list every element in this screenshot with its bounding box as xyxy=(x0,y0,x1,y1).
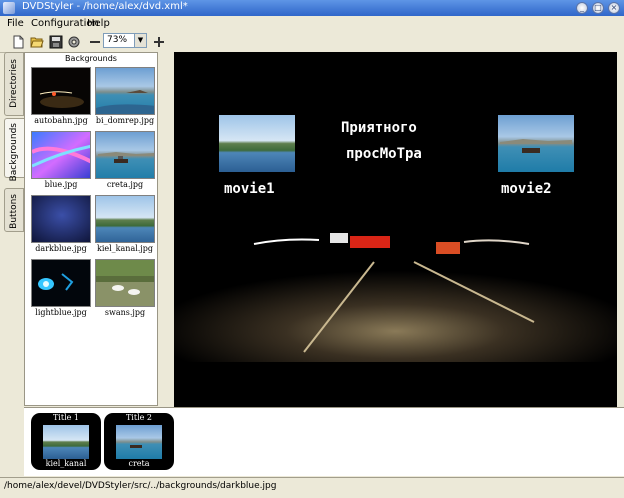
title-item-thumbnail xyxy=(116,425,162,459)
side-tab-strip: Directories Backgrounds Buttons xyxy=(4,52,24,404)
zoom-out-icon[interactable] xyxy=(88,35,102,49)
background-label: darkblue.jpg xyxy=(35,244,87,253)
zoom-in-icon[interactable] xyxy=(152,35,166,49)
menu-title-line-1[interactable]: Приятного xyxy=(341,120,417,136)
vertical-scrollbar[interactable] xyxy=(617,52,624,407)
backgrounds-panel: Backgrounds autobahn.jpg bi_domrep.jpg b… xyxy=(24,52,158,406)
title-item-header: Title 1 xyxy=(52,413,80,422)
chevron-down-icon: ▼ xyxy=(137,36,144,44)
app-icon xyxy=(3,2,15,14)
menu-button-2-thumbnail[interactable] xyxy=(498,115,574,172)
background-label: lightblue.jpg xyxy=(35,308,87,317)
background-label: creta.jpg xyxy=(106,180,144,189)
background-thumb-kiel-kanal[interactable] xyxy=(95,195,155,243)
background-label: kiel_kanal.jpg xyxy=(96,244,154,253)
title-item-header: Title 2 xyxy=(125,413,153,422)
background-thumb-creta[interactable] xyxy=(95,131,155,179)
menu-button-2-label[interactable]: movie2 xyxy=(501,181,552,197)
panel-header: Backgrounds xyxy=(65,54,117,63)
open-folder-icon[interactable] xyxy=(30,35,44,49)
background-thumb-swans[interactable] xyxy=(95,259,155,307)
splitter[interactable] xyxy=(158,52,174,406)
background-thumb-lightblue[interactable] xyxy=(31,259,91,307)
background-label: blue.jpg xyxy=(44,180,78,189)
menu-button-1-label[interactable]: movie1 xyxy=(224,181,275,197)
title-item-caption: kiel_kanal xyxy=(45,459,87,468)
settings-icon[interactable] xyxy=(67,35,81,49)
tab-backgrounds-label: Backgrounds xyxy=(9,123,19,182)
background-thumb-blue[interactable] xyxy=(31,131,91,179)
minimize-icon[interactable]: _ xyxy=(576,2,588,14)
titleset-area: Title 1 kiel_kanal Title 2 creta xyxy=(24,407,624,476)
window-title: DVDStyler - /home/alex/dvd.xml* xyxy=(22,1,188,12)
menu-preview-canvas[interactable]: Приятного просМоТра movie1 movie2 xyxy=(174,52,617,407)
window-title-bar[interactable]: DVDStyler - /home/alex/dvd.xml* _ □ × xyxy=(0,0,624,16)
background-thumb-bi-domrep[interactable] xyxy=(95,67,155,115)
tab-buttons-label: Buttons xyxy=(9,194,19,229)
title-item-thumbnail xyxy=(43,425,89,459)
menu-title-line-2[interactable]: просМоТра xyxy=(346,146,422,162)
background-thumb-darkblue[interactable] xyxy=(31,195,91,243)
toolbar xyxy=(0,32,624,53)
close-icon[interactable]: × xyxy=(608,2,620,14)
canvas-background-image xyxy=(174,52,617,407)
tab-buttons[interactable]: Buttons xyxy=(4,188,24,232)
new-file-icon[interactable] xyxy=(11,35,25,49)
menu-file[interactable]: File xyxy=(7,18,24,29)
tab-backgrounds[interactable]: Backgrounds xyxy=(4,118,24,182)
maximize-icon[interactable]: □ xyxy=(592,2,604,14)
save-icon[interactable] xyxy=(49,35,63,49)
title-item[interactable]: Title 1 kiel_kanal xyxy=(31,413,101,470)
title-item[interactable]: Title 2 creta xyxy=(104,413,174,470)
status-bar: /home/alex/devel/DVDStyler/src/../backgr… xyxy=(0,477,624,498)
status-text: /home/alex/devel/DVDStyler/src/../backgr… xyxy=(4,481,277,491)
background-label: bi_domrep.jpg xyxy=(95,116,155,125)
menu-button-1-thumbnail[interactable] xyxy=(219,115,295,172)
menu-help[interactable]: Help xyxy=(87,18,110,29)
tab-directories[interactable]: Directories xyxy=(4,52,24,116)
background-label: swans.jpg xyxy=(104,308,146,317)
background-label: autobahn.jpg xyxy=(34,116,88,125)
background-thumb-autobahn[interactable] xyxy=(31,67,91,115)
title-item-caption: creta xyxy=(128,459,150,468)
zoom-dropdown-button[interactable]: ▼ xyxy=(134,33,147,48)
menu-bar: File Configuration Help xyxy=(0,16,624,32)
zoom-input[interactable]: 73% xyxy=(103,33,137,48)
tab-directories-label: Directories xyxy=(9,59,19,108)
